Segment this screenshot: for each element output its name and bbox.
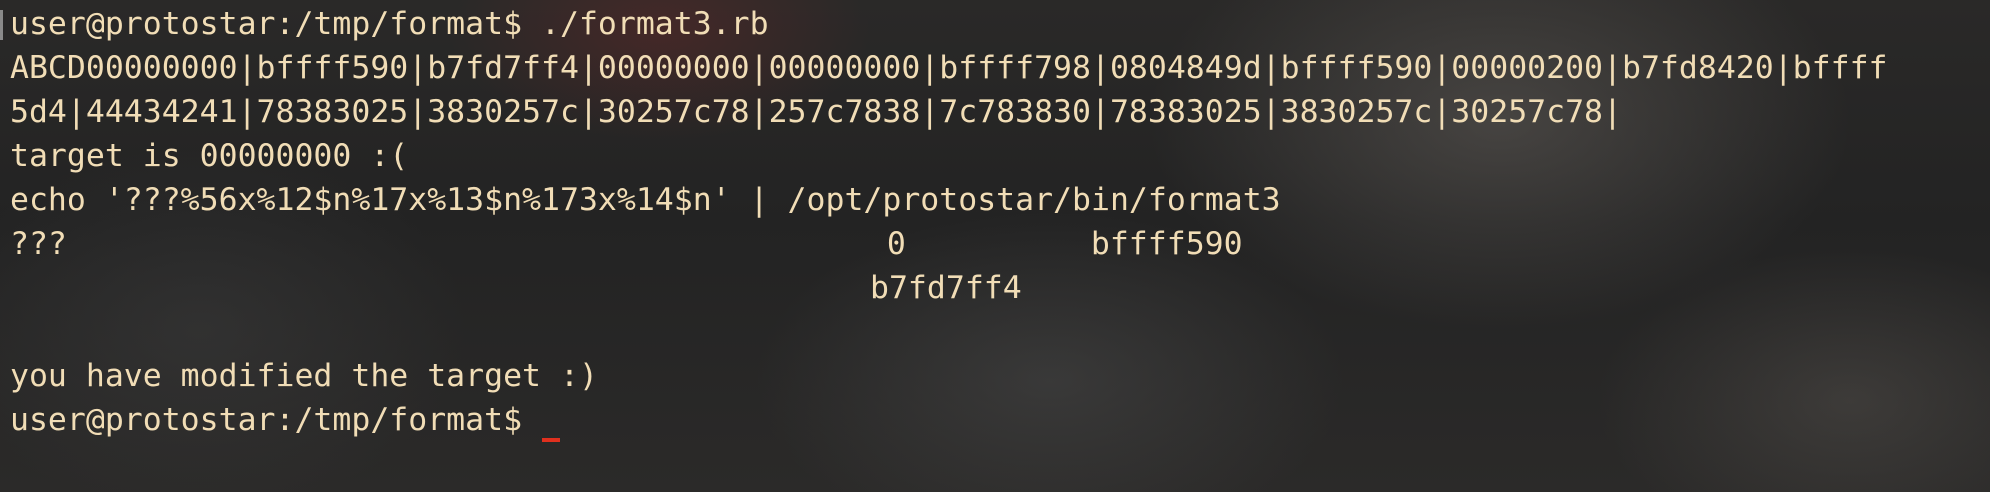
output-value-address: bffff590 bbox=[1090, 226, 1243, 262]
output-line-success-message: you have modified the target :) bbox=[10, 358, 598, 394]
output-value-zero: 0 bbox=[886, 226, 906, 262]
shell-prompt: user@protostar:/tmp/format$ bbox=[10, 402, 523, 438]
output-line-stack-dump-2: 5d4|44434241|78383025|3830257c|30257c78|… bbox=[10, 94, 1622, 130]
output-line-target-status: target is 00000000 :( bbox=[10, 138, 409, 174]
output-line-format-result: ??? 0 bffff590 bbox=[10, 222, 1243, 266]
window-edge-marker bbox=[0, 10, 3, 40]
output-line-echo-command: echo '???%56x%12$n%17x%13$n%173x%14$n' |… bbox=[10, 182, 1281, 218]
output-line-stack-dump-1: ABCD00000000|bffff590|b7fd7ff4|00000000|… bbox=[10, 50, 1888, 86]
output-line-padded-address: b7fd7ff4 bbox=[870, 270, 1022, 306]
output-prefix: ??? bbox=[10, 226, 67, 262]
terminal-window[interactable]: user@protostar:/tmp/format$ ./format3.rb… bbox=[0, 0, 1990, 492]
command-line-format3-rb: user@protostar:/tmp/format$ ./format3.rb bbox=[10, 6, 769, 42]
text-cursor bbox=[542, 438, 561, 442]
prompt-line[interactable]: user@protostar:/tmp/format$ bbox=[10, 398, 561, 442]
